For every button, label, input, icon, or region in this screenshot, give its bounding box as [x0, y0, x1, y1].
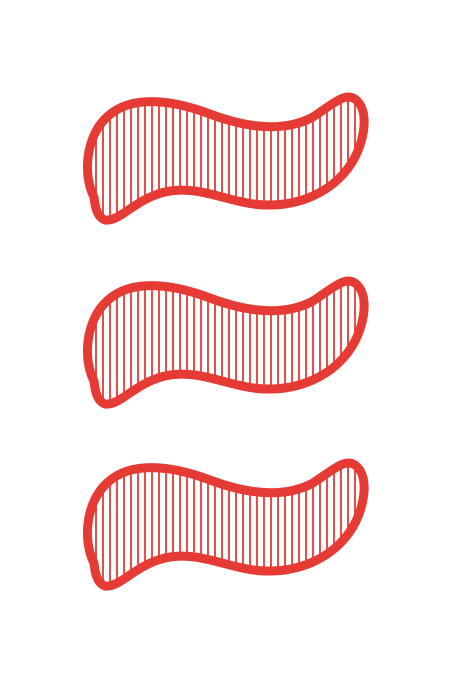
set-card[interactable]: [0, 0, 450, 700]
stripe-fill: [88, 280, 363, 405]
squiggle-symbol: [82, 458, 369, 591]
squiggle-outline: [82, 276, 369, 409]
squiggle-symbol: [82, 276, 369, 409]
squiggle-outline: [82, 458, 369, 591]
card-symbols: [82, 92, 369, 591]
squiggle-symbol: [82, 92, 369, 225]
stripe-fill: [88, 96, 363, 221]
squiggle-outline: [82, 92, 369, 225]
stripe-fill: [88, 462, 363, 587]
